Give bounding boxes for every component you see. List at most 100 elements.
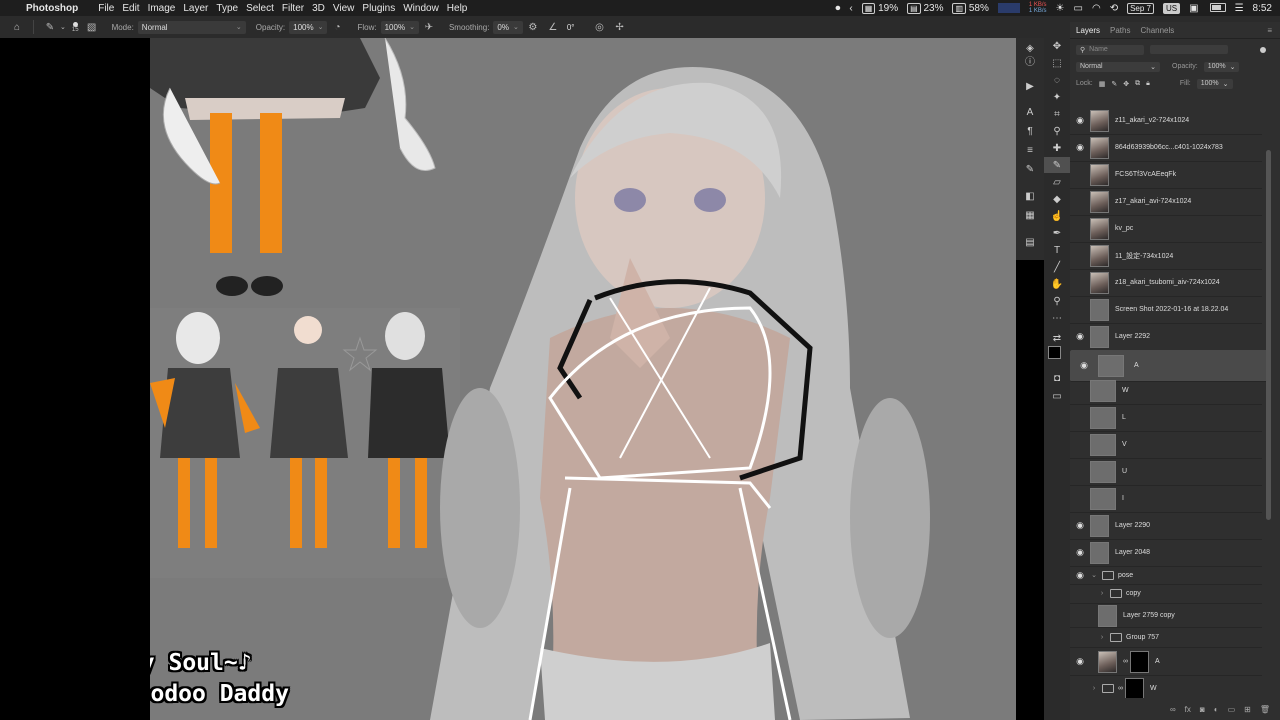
tab-channels[interactable]: Channels: [1140, 26, 1174, 35]
marquee-tool-icon[interactable]: ⬚: [1044, 55, 1070, 71]
tab-paths[interactable]: Paths: [1110, 26, 1130, 35]
layer-name[interactable]: A: [1155, 658, 1160, 665]
lock-pixels-icon[interactable]: ▦: [1099, 80, 1106, 88]
layer-name[interactable]: V: [1122, 441, 1127, 448]
panel-menu-icon[interactable]: ≡: [1267, 26, 1272, 35]
new-group-icon[interactable]: ▭: [1228, 705, 1236, 714]
airbrush-icon[interactable]: ✈: [422, 20, 436, 34]
menu-file[interactable]: File: [98, 3, 122, 14]
eye-icon[interactable]: ◉: [1070, 570, 1090, 581]
layer-name[interactable]: 11_設定-734x1024: [1115, 251, 1173, 261]
chevron-left-icon[interactable]: ‹: [849, 3, 852, 14]
gear-icon[interactable]: ⚙: [526, 20, 540, 34]
swatches-icon[interactable]: ▦: [1016, 207, 1044, 223]
trash-icon[interactable]: 🗑︎: [1260, 705, 1270, 714]
layer-mask-thumbnail[interactable]: [1130, 650, 1149, 673]
more-tools-icon[interactable]: ⋯: [1044, 310, 1070, 326]
layer-row[interactable]: Layer 2759 copy: [1070, 604, 1262, 628]
app-menu[interactable]: Photoshop: [26, 3, 86, 14]
menu-edit[interactable]: Edit: [122, 3, 147, 14]
swap-colors-icon[interactable]: ⇄: [1044, 330, 1070, 346]
layer-row[interactable]: U: [1070, 458, 1262, 486]
brush-settings-icon[interactable]: ▧: [85, 20, 99, 34]
angle-input[interactable]: 0°: [563, 21, 579, 34]
layer-name[interactable]: W: [1122, 387, 1129, 394]
date-badge[interactable]: Sep 7: [1127, 2, 1154, 14]
hand-tool-icon[interactable]: ✋: [1044, 276, 1070, 292]
brush-size-picker[interactable]: 15: [72, 21, 79, 33]
chevron-down-icon[interactable]: ⌄: [60, 23, 66, 31]
crop-tool-icon[interactable]: ⌗: [1044, 106, 1070, 122]
group-row-757[interactable]: › Group 757: [1070, 628, 1262, 648]
layer-name[interactable]: U: [1122, 468, 1127, 475]
layer-name[interactable]: Screen Shot 2022-01-16 at 18.22.04: [1115, 306, 1228, 313]
eraser-tool-icon[interactable]: ▱: [1044, 174, 1070, 190]
eye-icon[interactable]: ◉: [1070, 547, 1090, 558]
move-tool-icon[interactable]: ✥: [1044, 38, 1070, 54]
screen-mode-icon[interactable]: ▭: [1044, 388, 1070, 404]
layer-name[interactable]: A: [1134, 362, 1139, 369]
magic-wand-tool-icon[interactable]: ✦: [1044, 89, 1070, 105]
layer-name[interactable]: z18_akari_tsubomi_aiv-724x1024: [1115, 279, 1220, 286]
record-icon[interactable]: ⏺: [835, 3, 840, 14]
eye-icon[interactable]: ◉: [1074, 360, 1094, 371]
layer-mask-thumbnail[interactable]: [1125, 677, 1144, 698]
control-center-icon[interactable]: ☰: [1235, 3, 1244, 14]
brightness-icon[interactable]: ☀: [1056, 3, 1065, 14]
layer-row[interactable]: ◉ Layer 2292: [1070, 323, 1262, 351]
lock-all-icon[interactable]: 🔒︎: [1146, 80, 1150, 88]
lock-artboard-icon[interactable]: ⧉: [1135, 80, 1140, 88]
chevron-right-icon[interactable]: ›: [1098, 634, 1106, 641]
menu-layer[interactable]: Layer: [183, 3, 216, 14]
pressure-opacity-icon[interactable]: ◔: [330, 20, 344, 34]
display-icon[interactable]: ▭: [1074, 3, 1083, 14]
menu-3d[interactable]: 3D: [312, 3, 333, 14]
menu-select[interactable]: Select: [246, 3, 282, 14]
group-row-pose[interactable]: ◉ ⌄ pose: [1070, 566, 1262, 585]
layer-row[interactable]: ◉ 864d63939b06cc...c401-1024x783: [1070, 134, 1262, 162]
line-tool-icon[interactable]: ╱: [1044, 259, 1070, 275]
actions-play-icon[interactable]: ▶: [1016, 78, 1044, 94]
properties-icon[interactable]: ▤: [1016, 234, 1044, 250]
layer-name[interactable]: Layer 2290: [1115, 522, 1150, 529]
menu-view[interactable]: View: [333, 3, 363, 14]
layer-name[interactable]: 864d63939b06cc...c401-1024x783: [1115, 144, 1223, 151]
brush-tool-preset-icon[interactable]: ✎: [43, 20, 57, 34]
type-tool-icon[interactable]: T: [1044, 242, 1070, 258]
layer-name[interactable]: z17_akari_avi-724x1024: [1115, 198, 1191, 205]
new-layer-icon[interactable]: ⊞: [1244, 705, 1251, 714]
eye-icon[interactable]: ◉: [1070, 656, 1090, 667]
add-mask-icon[interactable]: ◙: [1200, 705, 1205, 714]
group-name[interactable]: pose: [1118, 572, 1133, 579]
layer-name[interactable]: z11_akari_v2-724x1024: [1115, 117, 1189, 124]
filter-toggle-bar[interactable]: [1150, 45, 1228, 54]
quick-mask-icon[interactable]: ◘: [1044, 370, 1070, 386]
tab-layers[interactable]: Layers: [1076, 26, 1100, 35]
history-icon[interactable]: ⟲: [1110, 3, 1118, 14]
pen-tool-icon[interactable]: ✒: [1044, 225, 1070, 241]
layer-row[interactable]: FCS6Tf3VcAEeqFk: [1070, 161, 1262, 189]
chevron-down-icon[interactable]: ⌄: [1090, 571, 1098, 579]
eye-icon[interactable]: ◉: [1070, 520, 1090, 531]
adjustments-icon[interactable]: ≡: [1016, 142, 1044, 158]
flow-input[interactable]: 100% ⌄: [380, 20, 419, 34]
adjustment-layer-icon[interactable]: ◐: [1214, 705, 1219, 714]
character-icon[interactable]: A: [1016, 104, 1044, 120]
home-icon[interactable]: ⌂: [10, 20, 24, 34]
memory-indicator[interactable]: ▤ 23%: [907, 2, 943, 14]
group-name[interactable]: copy: [1126, 590, 1141, 597]
layer-row[interactable]: L: [1070, 404, 1262, 432]
layer-name[interactable]: FCS6Tf3VcAEeqFk: [1115, 171, 1176, 178]
layer-row[interactable]: W: [1070, 377, 1262, 405]
layer-filter-select[interactable]: ⚲ Name: [1076, 44, 1144, 55]
info-icon[interactable]: ⓘ: [1016, 52, 1044, 68]
layer-name[interactable]: W: [1150, 685, 1157, 692]
brushes-icon[interactable]: ✎: [1016, 161, 1044, 177]
input-source-badge[interactable]: US: [1162, 2, 1181, 14]
eye-icon[interactable]: ◉: [1070, 115, 1090, 126]
eyedropper-tool-icon[interactable]: ⚲: [1044, 123, 1070, 139]
layer-row[interactable]: z18_akari_tsubomi_aiv-724x1024: [1070, 269, 1262, 297]
smudge-tool-icon[interactable]: ☝: [1044, 208, 1070, 224]
paragraph-icon[interactable]: ¶: [1016, 123, 1044, 139]
clone-source-icon[interactable]: ◧: [1016, 188, 1044, 204]
